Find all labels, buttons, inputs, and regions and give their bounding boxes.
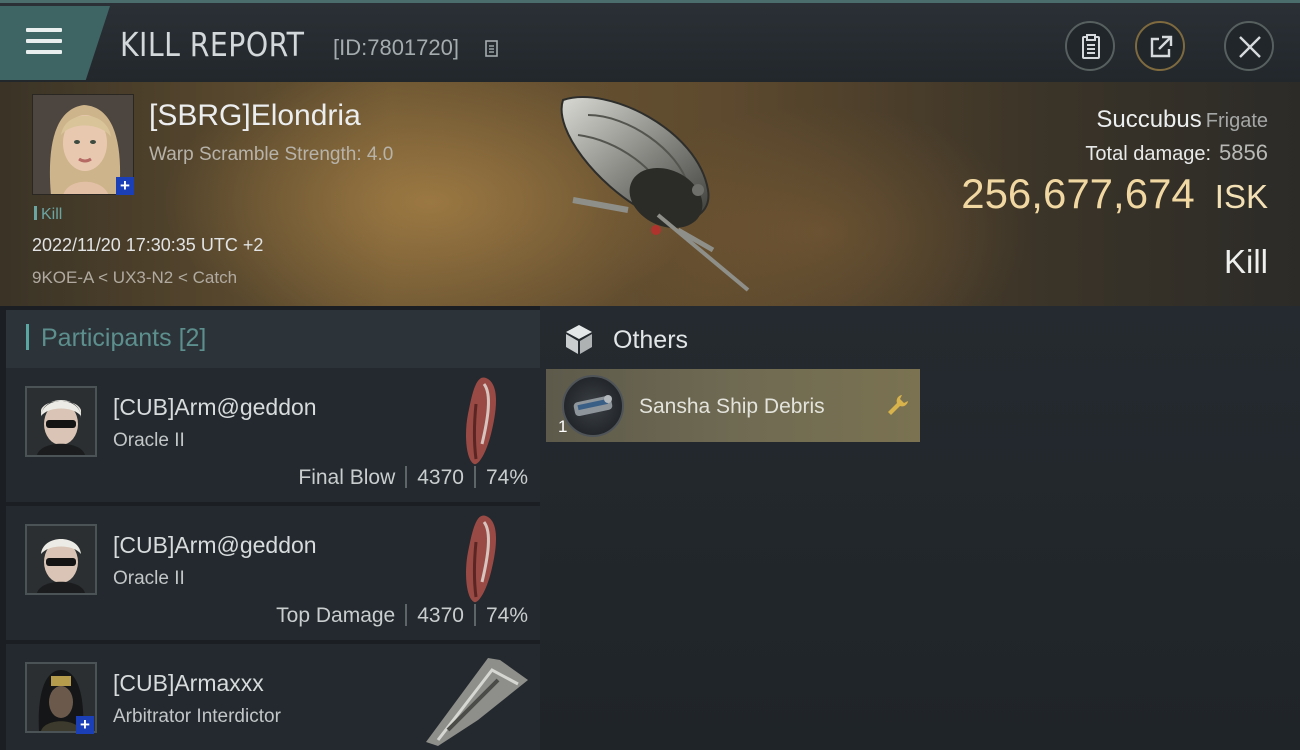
top-bar: KILL REPORT [ID:7801720] (0, 0, 1300, 82)
isk-value: 256,677,674 ISK (961, 170, 1268, 217)
hamburger-menu-icon[interactable] (26, 28, 62, 58)
kill-location: 9KOE-A < UX3-N2 < Catch (32, 268, 238, 287)
item-quantity: 1 (558, 417, 568, 436)
tag-bar-icon (34, 206, 37, 220)
isk-unit: ISK (1214, 178, 1268, 215)
header-bar-icon (26, 324, 29, 350)
total-damage-value: 5856 (1219, 140, 1268, 165)
participant-percent: 74% (485, 604, 528, 627)
participant-ship: Arbitrator Interdictor (113, 706, 281, 727)
share-icon (1150, 35, 1173, 58)
participant-row[interactable]: + [CUB]Armaxxx Arbitrator Interdictor (6, 644, 540, 750)
close-button[interactable] (1224, 21, 1274, 71)
warp-scramble-strength: Warp Scramble Strength: 4.0 (149, 144, 394, 165)
participant-name[interactable]: [CUB]Armaxxx (113, 670, 264, 697)
victim-banner: + [SBRG]Elondria Warp Scramble Strength:… (0, 82, 1300, 306)
participant-row[interactable]: [CUB]Arm@geddon Oracle II Final Blow 4370… (6, 368, 540, 502)
participants-panel: Participants [2] [CUB]Arm@geddon Oracle … (6, 310, 540, 750)
participant-ship-image[interactable] (446, 374, 516, 469)
share-button[interactable] (1135, 21, 1185, 71)
participants-header[interactable]: Participants [2] (6, 310, 540, 368)
participant-portrait-icon (27, 526, 95, 593)
participants-count: [2] (178, 324, 207, 352)
participant-ship: Oracle II (113, 430, 185, 451)
page-title: KILL REPORT (120, 25, 305, 64)
participant-damage: 4370 (417, 466, 464, 489)
participant-portrait-icon (27, 388, 95, 455)
participant-avatar[interactable] (25, 524, 97, 595)
total-damage: Total damage: 5856 (1085, 140, 1268, 165)
report-id: [ID:7801720] (333, 35, 459, 60)
victim-name[interactable]: [SBRG]Elondria (149, 99, 361, 133)
participant-role: Top Damage (276, 604, 396, 627)
plus-badge-icon: + (116, 177, 134, 195)
participant-name[interactable]: [CUB]Arm@geddon (113, 532, 317, 559)
participant-name[interactable]: [CUB]Arm@geddon (113, 394, 317, 421)
item-name: Sansha Ship Debris (639, 395, 825, 418)
wrench-icon (888, 395, 908, 415)
menu-tab[interactable] (0, 6, 110, 80)
victim-ship-class: Frigate (1205, 110, 1268, 132)
close-icon (1239, 36, 1261, 58)
participant-row[interactable]: [CUB]Arm@geddon Oracle II Top Damage 4370… (6, 506, 540, 640)
participant-ship-image[interactable] (446, 512, 516, 607)
loot-item[interactable]: 1 Sansha Ship Debris (546, 369, 920, 442)
kill-datetime: 2022/11/20 17:30:35 UTC +2 (32, 235, 264, 255)
participant-damage: 4370 (417, 604, 464, 627)
participant-stats: Top Damage 4370 74% (276, 604, 528, 628)
copy-id-icon[interactable] (485, 38, 501, 58)
participant-ship-image[interactable] (418, 650, 538, 750)
kill-result: Kill (1223, 243, 1268, 280)
participant-avatar[interactable] (25, 386, 97, 457)
clipboard-icon (1082, 34, 1100, 59)
participant-ship: Oracle II (113, 568, 185, 589)
clipboard-button[interactable] (1065, 21, 1115, 71)
others-header: Others (562, 322, 688, 362)
kill-tag: Kill (34, 206, 62, 224)
victim-ship-image[interactable] (548, 90, 778, 300)
participant-role: Final Blow (298, 466, 396, 489)
participant-percent: 74% (485, 466, 528, 489)
plus-badge-icon: + (76, 716, 94, 734)
participant-stats: Final Blow 4370 74% (298, 466, 528, 490)
debris-icon (562, 375, 624, 437)
cube-icon (566, 325, 592, 354)
victim-ship-name[interactable]: Succubus Frigate (1096, 106, 1268, 134)
